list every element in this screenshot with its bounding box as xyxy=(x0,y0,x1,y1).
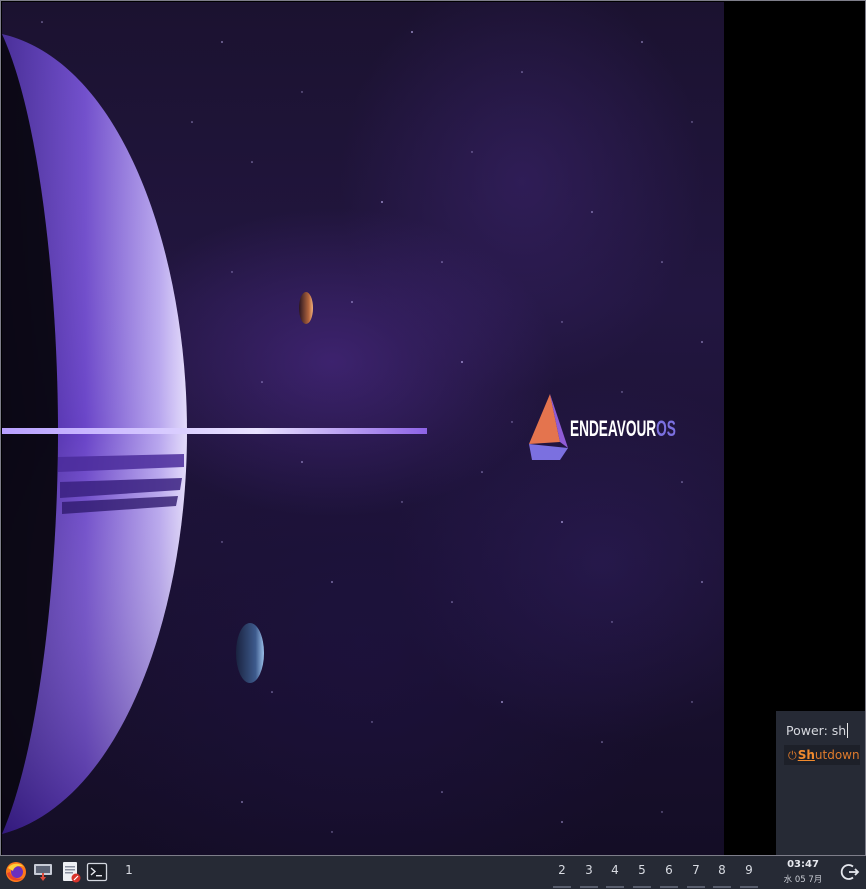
workspace-label: 7 xyxy=(692,863,700,877)
taskbar: 1 2 3 4 5 6 7 8 9 03:47 水 05 7月 xyxy=(0,856,866,889)
workspace-label: 5 xyxy=(638,863,646,877)
text-cursor xyxy=(847,723,849,738)
workspace-7[interactable]: 7 xyxy=(687,863,705,888)
power-search-input[interactable]: sh xyxy=(832,723,846,738)
workspace-3[interactable]: 3 xyxy=(580,863,598,888)
endeavouros-logo: ENDEAVOUROS xyxy=(526,392,676,464)
power-icon: ⏻ xyxy=(788,749,797,762)
workspace-6[interactable]: 6 xyxy=(660,863,678,888)
workspace-marker xyxy=(740,886,758,888)
text-editor-icon[interactable] xyxy=(60,861,82,883)
planet-art xyxy=(2,34,427,834)
logo-main-text: ENDEAVOUR xyxy=(570,416,657,441)
desktop: ENDEAVOUROS Power: sh ⏻Shutdown xyxy=(0,0,866,856)
wallpaper: ENDEAVOUROS xyxy=(2,2,724,855)
endeavouros-sail-icon xyxy=(529,394,568,460)
workspace-2[interactable]: 2 xyxy=(553,863,571,888)
workspace-marker xyxy=(687,886,705,888)
logo-text: ENDEAVOUROS xyxy=(570,416,676,442)
workspace-4[interactable]: 4 xyxy=(606,863,624,888)
logo-accent-text: OS xyxy=(656,416,676,441)
workspace-label: 9 xyxy=(745,863,753,877)
shutdown-option[interactable]: ⏻Shutdown xyxy=(784,745,860,765)
terminal-icon[interactable] xyxy=(86,861,108,883)
firefox-icon[interactable] xyxy=(5,861,27,883)
clock-time[interactable]: 03:47 xyxy=(780,859,826,870)
clock-date[interactable]: 水 05 7月 xyxy=(780,873,826,885)
workspace-marker xyxy=(660,886,678,888)
workspace-8[interactable]: 8 xyxy=(713,863,731,888)
shutdown-match-text: Sh xyxy=(797,748,815,762)
workspace-label: 2 xyxy=(558,863,566,877)
workspace-label: 4 xyxy=(611,863,619,877)
power-menu[interactable]: Power: sh ⏻Shutdown xyxy=(776,711,865,855)
workspace-marker xyxy=(553,886,571,888)
power-exit-icon[interactable] xyxy=(840,862,860,882)
workspace-marker xyxy=(633,886,651,888)
workspace-1[interactable]: 1 xyxy=(120,863,138,877)
workspace-9[interactable]: 9 xyxy=(740,863,758,888)
workspace-label: 3 xyxy=(585,863,593,877)
workspace-marker xyxy=(580,886,598,888)
workspace-5[interactable]: 5 xyxy=(633,863,651,888)
power-prompt[interactable]: Power: sh xyxy=(786,723,849,738)
shutdown-rest-text: utdown xyxy=(814,748,860,762)
workspace-label: 8 xyxy=(718,863,726,877)
power-prompt-label: Power: xyxy=(786,723,828,738)
workspace-marker xyxy=(606,886,624,888)
workspace-marker xyxy=(713,886,731,888)
software-update-icon[interactable] xyxy=(32,861,54,883)
workspace-label: 6 xyxy=(665,863,673,877)
moon-blue xyxy=(236,623,264,683)
moon-orange xyxy=(299,292,313,324)
